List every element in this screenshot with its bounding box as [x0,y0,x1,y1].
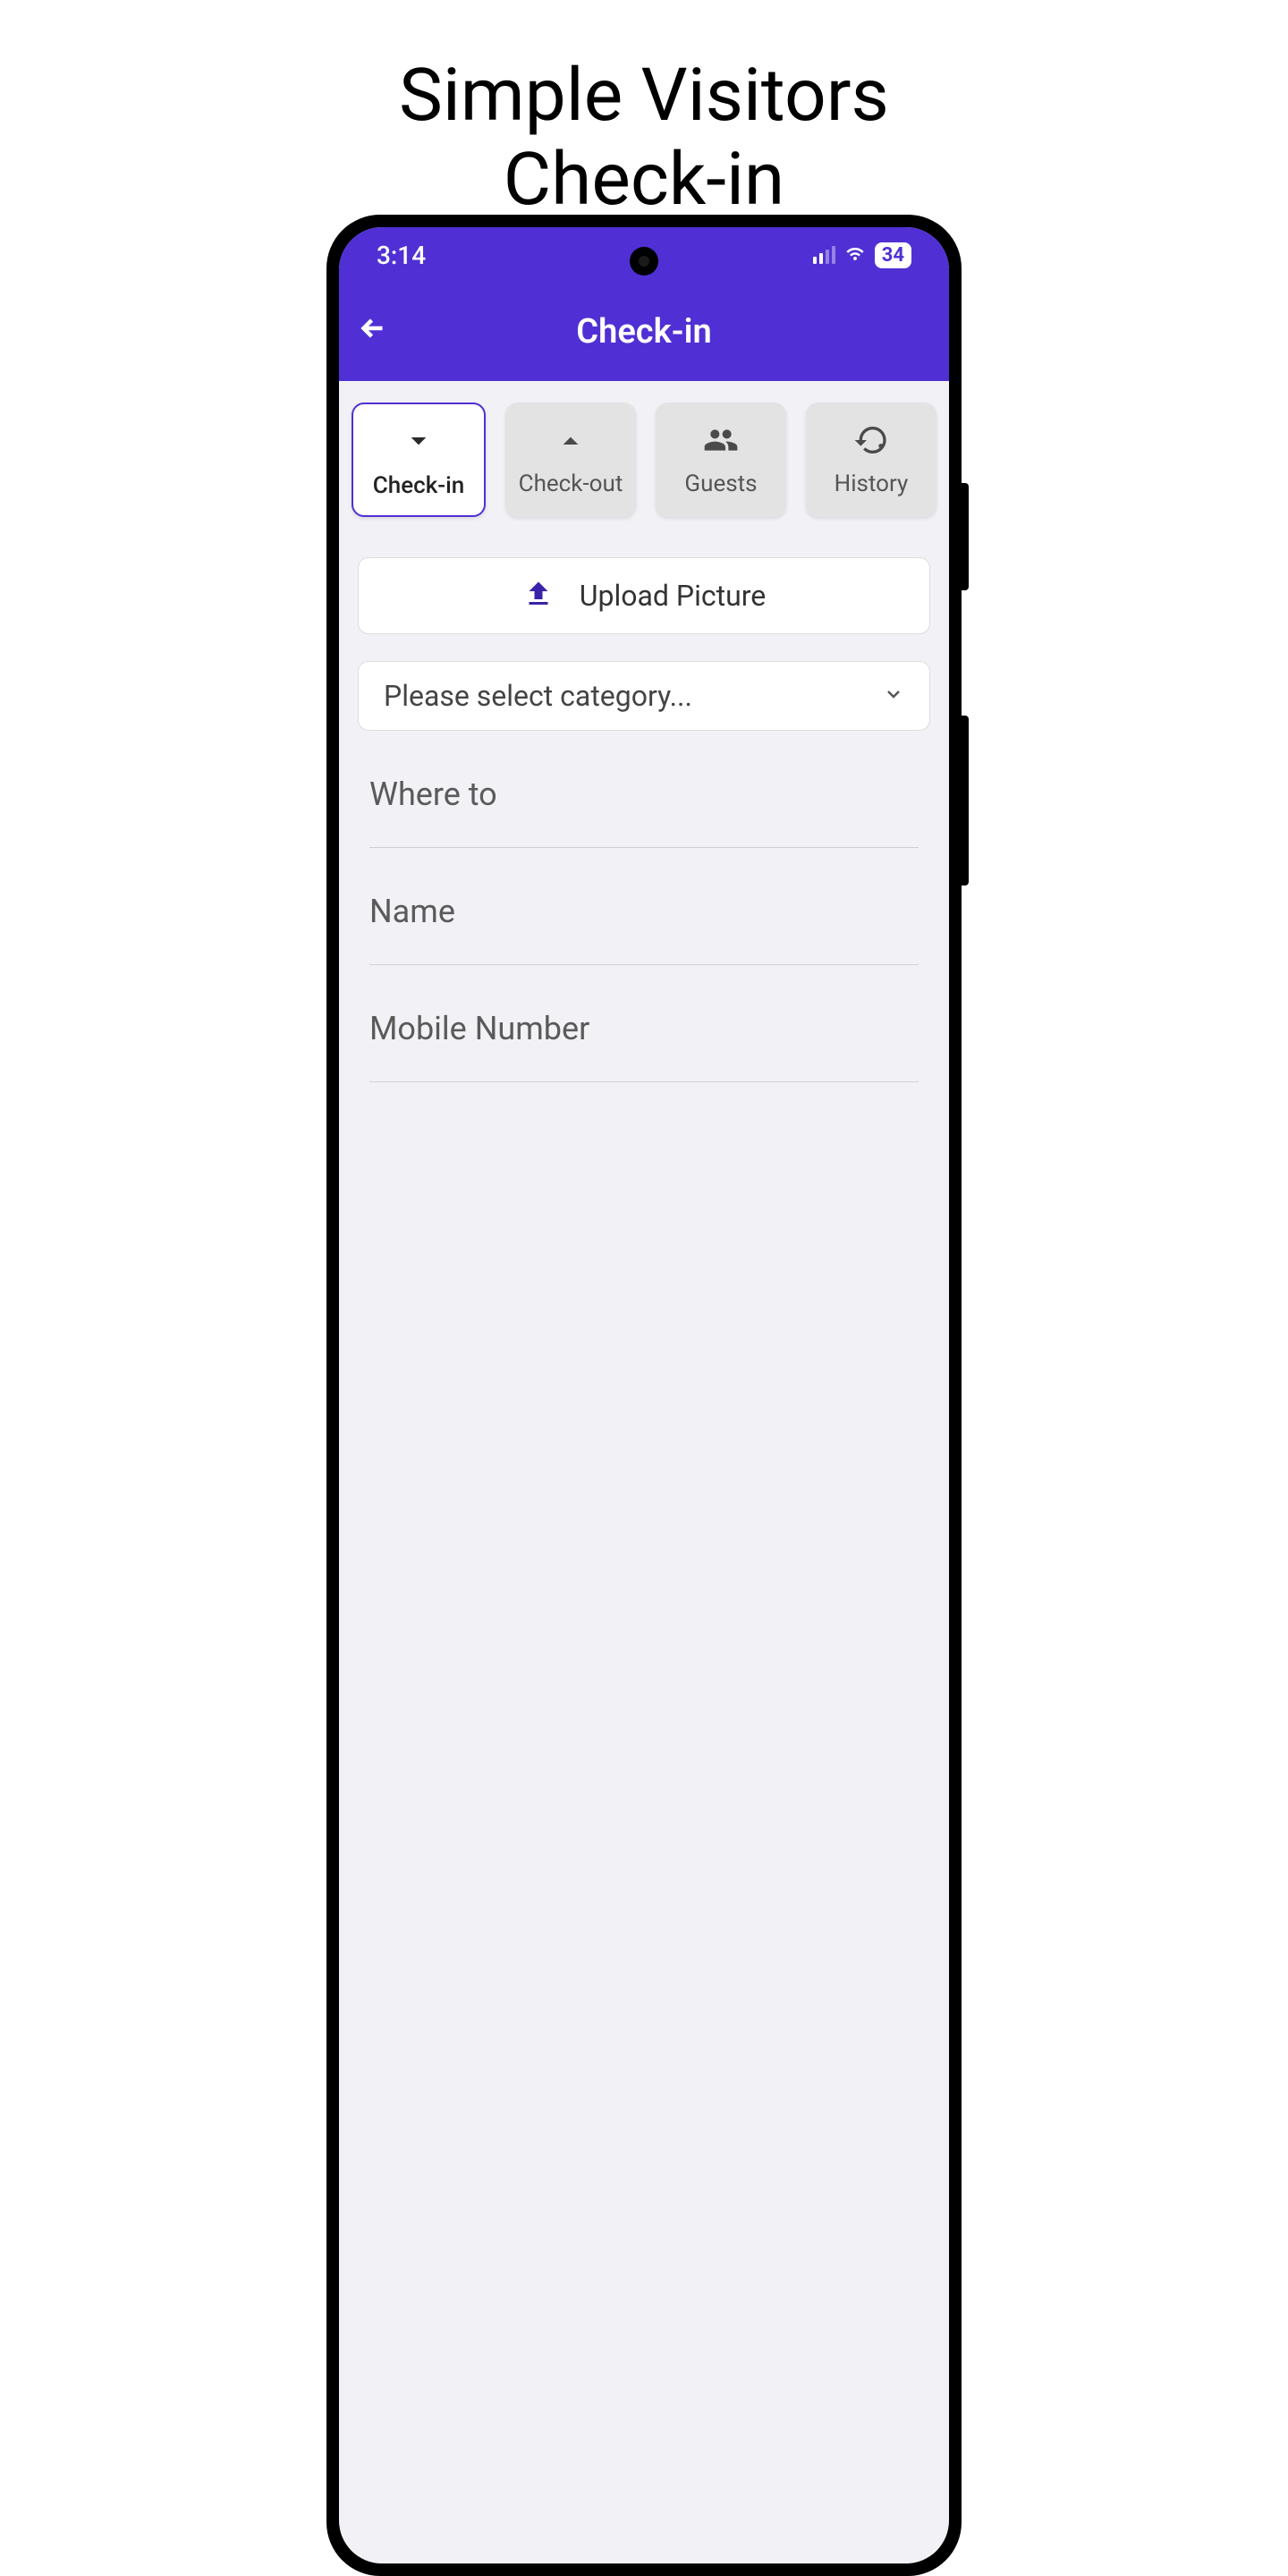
field-placeholder: Mobile Number [369,1010,589,1047]
tab-guests[interactable]: Guests [656,402,786,517]
field-placeholder: Where to [369,775,497,813]
chevron-down-icon [397,424,440,460]
back-button[interactable] [357,311,402,353]
phone-frame: 3:14 34 Check-in [326,215,962,2576]
tab-label: Guests [684,470,757,497]
field-placeholder: Name [369,893,455,930]
promo-line1: Simple Visitors [399,53,889,139]
promo-heading: Simple Visitors Check-in [0,0,1288,223]
where-to-field[interactable]: Where to [369,775,919,848]
phone-side-button [962,483,969,590]
camera-notch [630,247,658,275]
tab-row: Check-in Check-out Guests [352,402,936,517]
upload-picture-button[interactable]: Upload Picture [358,557,930,634]
content-area: Check-in Check-out Guests [339,381,949,1104]
name-field[interactable]: Name [369,893,919,965]
people-icon [699,422,742,458]
tab-history[interactable]: History [806,402,936,517]
app-header: Check-in [339,283,949,381]
promo-line2: Check-in [504,137,784,223]
chevron-down-icon [883,683,904,708]
page-title: Check-in [576,312,711,352]
status-right: 34 [813,241,911,270]
mobile-number-field[interactable]: Mobile Number [369,1010,919,1082]
category-select[interactable]: Please select category... [358,661,930,731]
wifi-icon [844,241,866,270]
signal-icon [813,246,835,264]
battery-badge: 34 [875,242,911,268]
phone-side-button [962,716,969,886]
tab-label: History [835,470,909,497]
status-time: 3:14 [377,241,426,270]
tab-check-in[interactable]: Check-in [352,402,486,517]
category-placeholder: Please select category... [384,679,692,713]
chevron-up-icon [549,422,592,458]
upload-label: Upload Picture [580,579,766,613]
upload-icon [522,578,555,614]
tab-label: Check-out [519,470,623,497]
tab-label: Check-in [373,472,464,499]
history-icon [850,422,893,458]
tab-check-out[interactable]: Check-out [505,402,636,517]
phone-screen: 3:14 34 Check-in [339,227,949,2563]
